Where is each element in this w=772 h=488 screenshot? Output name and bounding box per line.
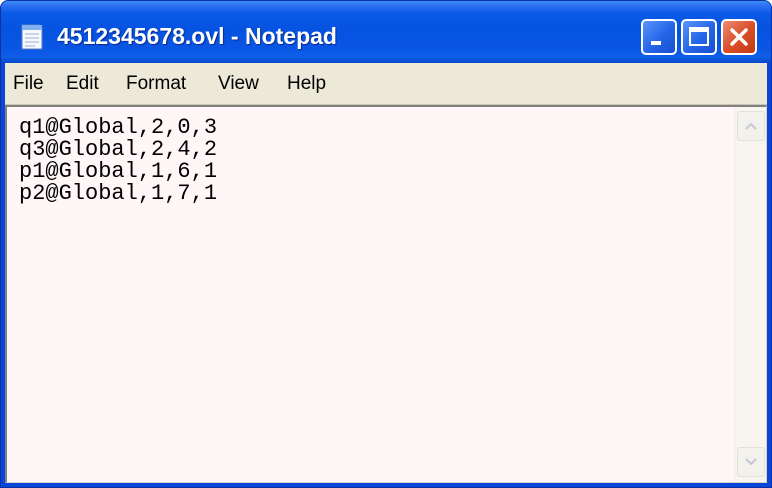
menu-edit[interactable]: Edit (66, 73, 99, 95)
scroll-up-button[interactable] (737, 111, 765, 141)
menu-view[interactable]: View (218, 73, 259, 95)
maximize-button[interactable] (681, 19, 717, 55)
text-line: q1@Global,2,0,3 (19, 115, 218, 140)
title-bar[interactable]: 4512345678.ovl - Notepad (1, 1, 771, 63)
editor-text[interactable]: q1@Global,2,0,3 q3@Global,2,4,2 p1@Globa… (19, 117, 719, 205)
close-button[interactable] (721, 19, 757, 55)
vertical-scrollbar[interactable] (734, 107, 766, 481)
notepad-icon (19, 23, 45, 51)
text-line: q3@Global,2,4,2 (19, 137, 218, 162)
notepad-window: 4512345678.ovl - Notepad File Edit Forma… (0, 0, 772, 488)
menu-help[interactable]: Help (287, 73, 326, 95)
menu-bar: File Edit Format View Help (5, 63, 767, 105)
minimize-button[interactable] (641, 19, 677, 55)
menu-format[interactable]: Format (126, 73, 186, 95)
window-title: 4512345678.ovl - Notepad (57, 23, 337, 49)
menu-file[interactable]: File (13, 73, 44, 95)
text-line: p2@Global,1,7,1 (19, 181, 218, 206)
text-line: p1@Global,1,6,1 (19, 159, 218, 184)
text-editor[interactable]: q1@Global,2,0,3 q3@Global,2,4,2 p1@Globa… (5, 105, 767, 483)
scroll-down-button[interactable] (737, 447, 765, 477)
